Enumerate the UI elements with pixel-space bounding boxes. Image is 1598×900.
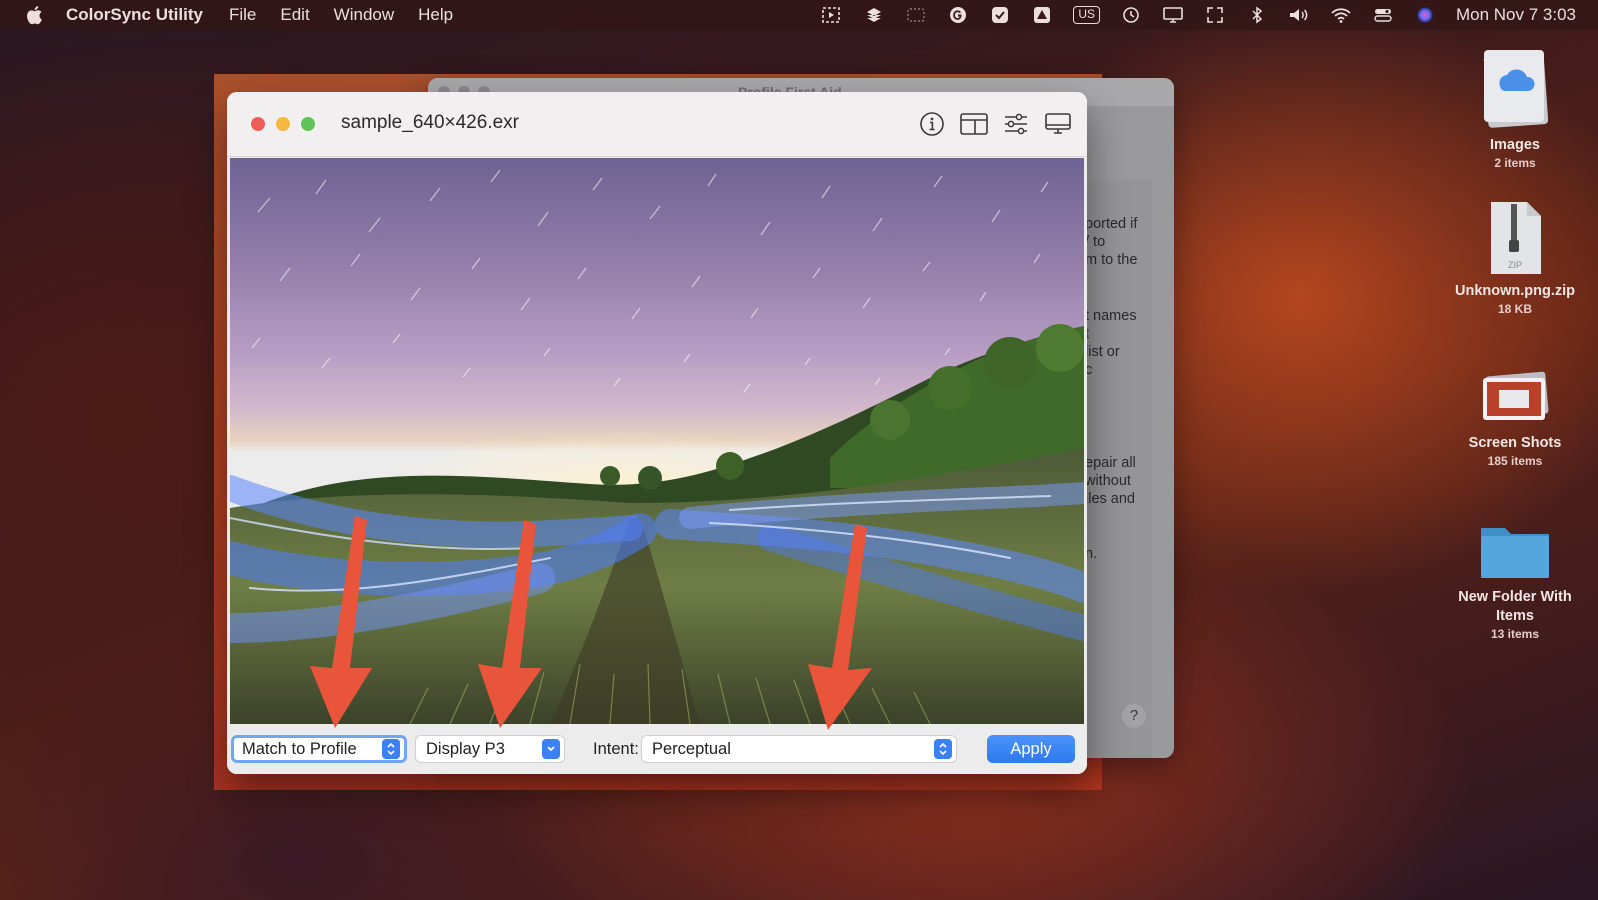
info-icon[interactable] <box>917 109 947 139</box>
control-center-icon[interactable] <box>1372 6 1394 24</box>
menu-window[interactable]: Window <box>334 5 394 25</box>
menu-file[interactable]: File <box>229 5 256 25</box>
toolbar <box>905 109 1073 139</box>
menu-edit[interactable]: Edit <box>280 5 309 25</box>
screenshot-stack-icon <box>1440 368 1590 428</box>
desktop-item-name: Unknown.png.zip <box>1454 283 1575 299</box>
bluetooth-icon[interactable] <box>1246 6 1268 24</box>
display-menu-icon[interactable] <box>1162 6 1184 24</box>
chevron-down-icon <box>542 739 560 759</box>
folder-icon <box>1440 520 1590 582</box>
fullscreen-icon[interactable] <box>1204 6 1226 24</box>
intent-label: Intent: <box>593 740 639 758</box>
wifi-icon[interactable] <box>1330 6 1352 24</box>
keyboard-layout-indicator[interactable]: US <box>1073 6 1100 24</box>
match-mode-value: Match to Profile <box>242 739 357 758</box>
status-area: US Mon Nov 7 3:03 <box>801 0 1576 30</box>
desktop-item-images[interactable]: Images 2 items <box>1440 46 1590 171</box>
zoom-button[interactable] <box>301 117 315 131</box>
intent-value: Perceptual <box>652 739 731 758</box>
background-text-line: iles and <box>1085 491 1135 507</box>
drive-app-icon[interactable] <box>1031 6 1053 24</box>
updown-chevron-icon <box>934 739 952 759</box>
desktop-item-detail: 13 items <box>1490 627 1540 641</box>
display-icon[interactable] <box>1043 109 1073 139</box>
menu-bar: ColorSync Utility File Edit Window Help … <box>0 0 1598 30</box>
screen-record-icon[interactable] <box>821 6 843 24</box>
desktop-item-detail: 18 KB <box>1497 302 1532 316</box>
background-text-line: t names <box>1085 308 1137 324</box>
volume-icon[interactable] <box>1288 6 1310 24</box>
window-titlebar[interactable]: sample_640×426.exr <box>227 92 1087 157</box>
stack-icon[interactable] <box>863 6 885 24</box>
background-text-line: m to the <box>1085 252 1138 268</box>
background-text-line: epair all <box>1085 455 1136 471</box>
apply-button[interactable]: Apply <box>987 735 1075 763</box>
traffic-lights <box>251 117 326 131</box>
background-text-line: list or <box>1085 344 1120 360</box>
split-view-icon[interactable] <box>959 109 989 139</box>
image-preview <box>230 158 1084 724</box>
profile-value: Display P3 <box>426 739 505 758</box>
window-title: sample_640×426.exr <box>341 112 519 133</box>
svg-text:ZIP: ZIP <box>1508 260 1522 270</box>
desktop-item-screen-shots[interactable]: Screen Shots 185 items <box>1440 368 1590 469</box>
sliders-icon[interactable] <box>1001 109 1031 139</box>
image-preview-window[interactable]: sample_640×426.exr Match to Profile Disp… <box>227 92 1087 774</box>
icloud-folder-icon <box>1440 46 1590 130</box>
zip-file-icon: ZIP <box>1440 200 1590 276</box>
menu-bar-clock[interactable]: Mon Nov 7 3:03 <box>1456 5 1576 25</box>
app-menu[interactable]: ColorSync Utility <box>66 5 203 25</box>
background-text-line: ported if <box>1085 216 1138 232</box>
close-button[interactable] <box>251 117 265 131</box>
checkmark-app-icon[interactable] <box>989 6 1011 24</box>
menu-help[interactable]: Help <box>418 5 453 25</box>
desktop-item-new-folder[interactable]: New Folder With Items 13 items <box>1440 520 1590 642</box>
desktop-item-name: New Folder With Items <box>1458 589 1572 624</box>
desktop-item-name: Images <box>1490 137 1540 153</box>
background-text-line: without <box>1085 473 1131 489</box>
desktop-item-zip[interactable]: ZIP Unknown.png.zip 18 KB <box>1440 200 1590 317</box>
help-button[interactable]: ? <box>1122 704 1146 728</box>
desktop-item-detail: 2 items <box>1494 156 1536 170</box>
grammarly-icon[interactable] <box>947 6 969 24</box>
window-placeholder-icon[interactable] <box>905 6 927 24</box>
minimize-button[interactable] <box>276 117 290 131</box>
intent-select[interactable]: Perceptual <box>641 735 957 763</box>
desktop-item-name: Screen Shots <box>1468 435 1562 451</box>
match-mode-select[interactable]: Match to Profile <box>231 735 407 763</box>
bottom-control-bar: Match to Profile Display P3 Intent: Perc… <box>227 724 1087 774</box>
time-machine-icon[interactable] <box>1120 6 1142 24</box>
updown-chevron-icon <box>382 739 400 759</box>
desktop-item-detail: 185 items <box>1487 454 1543 468</box>
profile-select[interactable]: Display P3 <box>415 735 565 763</box>
background-text-line: / to <box>1085 234 1106 250</box>
apple-menu-icon[interactable] <box>26 5 46 25</box>
siri-icon[interactable] <box>1414 6 1436 24</box>
